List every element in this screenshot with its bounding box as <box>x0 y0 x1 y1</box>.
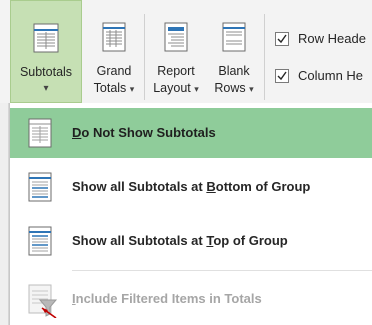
layout-label-row: Layout ▾ <box>146 81 206 95</box>
grand-totals-icon <box>102 22 126 52</box>
accelerator-key: D <box>72 125 82 140</box>
chevron-down-icon: ▾ <box>43 83 49 94</box>
checkmark-icon <box>277 71 287 81</box>
subtotals-button[interactable]: Subtotals ▾ <box>10 0 82 103</box>
rows-label-row: Rows ▾ <box>209 81 259 95</box>
checkbox-box[interactable] <box>275 32 289 46</box>
blank-rows-button[interactable]: Blank Rows ▾ <box>209 0 259 103</box>
label-post: op of Group <box>213 233 288 248</box>
row-headers-label: Row Heade <box>298 31 366 46</box>
checkmark-icon <box>277 34 287 44</box>
totals-label-row: Totals ▾ <box>85 81 143 95</box>
menu-item-label: Include Filtered Items in Totals <box>72 291 262 306</box>
subtotals-icon <box>33 23 59 53</box>
menu-item-subtotals-bottom[interactable]: Show all Subtotals at Bottom of Group <box>10 162 372 212</box>
checkbox-box[interactable] <box>275 69 289 83</box>
menu-item-label: Do Not Show Subtotals <box>72 125 216 140</box>
layout-label: Layout <box>153 81 191 95</box>
label-post: nclude Filtered Items in Totals <box>75 291 262 306</box>
report-layout-button[interactable]: Report Layout ▾ <box>146 0 206 103</box>
filtered-totals-icon <box>28 284 58 318</box>
accelerator-key: B <box>206 179 216 194</box>
chevron-down-icon: ▾ <box>129 84 135 94</box>
report-label: Report <box>157 64 195 78</box>
label-post: o Not Show Subtotals <box>81 125 216 140</box>
blank-rows-icon <box>222 22 246 52</box>
worksheet-edge <box>0 103 9 325</box>
no-subtotals-icon <box>28 118 52 148</box>
column-headers-label: Column He <box>298 68 364 83</box>
menu-item-label: Show all Subtotals at Bottom of Group <box>72 179 310 194</box>
grand-label: Grand <box>96 64 132 78</box>
menu-item-include-filtered-items[interactable]: Include Filtered Items in Totals <box>10 274 372 324</box>
grand-totals-button[interactable]: Grand Totals ▾ <box>85 0 143 103</box>
menu-item-do-not-show-subtotals[interactable]: Do Not Show Subtotals <box>10 108 372 158</box>
subtotals-label: Subtotals <box>19 65 73 79</box>
chevron-down-icon: ▾ <box>194 84 199 94</box>
chevron-down-icon: ▾ <box>249 84 254 94</box>
menu-item-subtotals-top[interactable]: Show all Subtotals at Top of Group <box>10 216 372 266</box>
ribbon-separator <box>144 14 145 100</box>
rows-label: Rows <box>214 81 246 95</box>
totals-label: Totals <box>93 81 127 95</box>
subtotals-top-icon <box>28 226 52 256</box>
menu-item-label: Show all Subtotals at Top of Group <box>72 233 288 248</box>
pivottable-design-ribbon: Subtotals ▾ Grand Totals ▾ Report Layout… <box>0 0 372 104</box>
label-post: ottom of Group <box>215 179 311 194</box>
ribbon-separator <box>264 14 265 100</box>
menu-separator <box>72 270 372 271</box>
subtotals-dropdown-menu: Do Not Show Subtotals Show all Subtotals… <box>9 103 372 325</box>
subtotals-bottom-icon <box>28 172 52 202</box>
report-layout-icon <box>164 22 188 52</box>
label-pre: Show all Subtotals at <box>72 179 207 194</box>
label-pre: Show all Subtotals at <box>72 233 207 248</box>
blank-label: Blank <box>218 64 250 78</box>
